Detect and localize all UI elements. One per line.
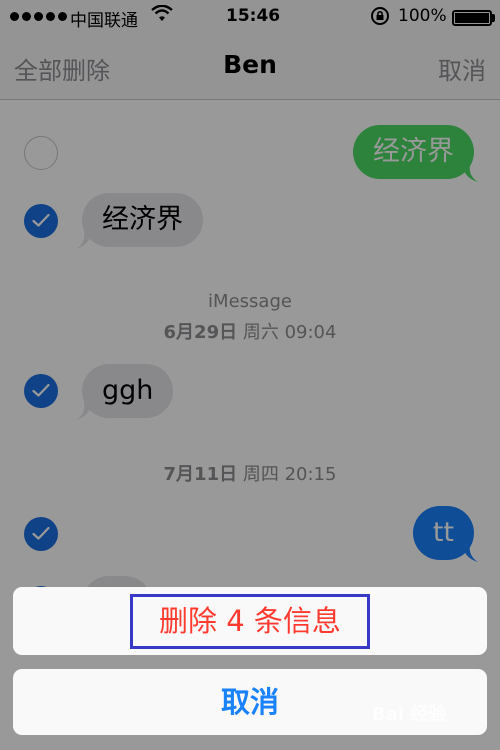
message-edit-screen: 中国联通 15:46 100% 全部删除 Ben 取消 经济界 经济界 iMes… xyxy=(0,0,500,750)
delete-messages-button[interactable]: 删除 4 条信息 xyxy=(13,587,487,655)
watermark-logo: Bai 经验 xyxy=(372,704,447,725)
delete-messages-label: 删除 4 条信息 xyxy=(130,594,370,649)
